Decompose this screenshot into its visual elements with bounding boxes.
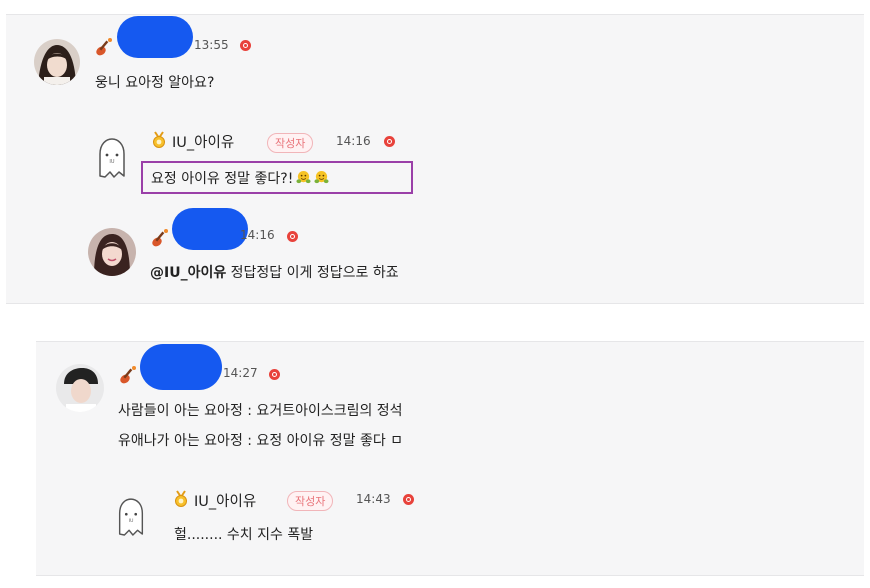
violin-icon (120, 366, 136, 384)
user-avatar[interactable] (88, 228, 136, 276)
reply-text-content: 요정 아이유 정말 좋다?! (151, 171, 294, 187)
record-dot-icon (403, 494, 414, 505)
hugging-face-emoji (296, 170, 311, 184)
gold-medal-icon (175, 490, 187, 507)
record-dot-icon (240, 40, 251, 51)
violin-icon (152, 229, 168, 247)
user-avatar[interactable] (34, 39, 80, 85)
author-avatar-icon[interactable]: IU (94, 136, 130, 182)
reply-text: 헐........ 수치 지수 폭발 (174, 527, 314, 543)
redacted-username (117, 16, 193, 58)
reply-time: 14:43 (356, 492, 391, 506)
reply-time: 14:16 (240, 228, 275, 242)
author-badge: 작성자 (287, 491, 334, 511)
user-avatar[interactable] (56, 364, 104, 412)
redacted-username (140, 344, 222, 390)
author-name[interactable]: IU_아이유 (172, 131, 234, 152)
comment-time: 14:27 (223, 366, 258, 380)
mention-link[interactable]: @IU_아이유 (150, 265, 226, 281)
comment-time: 13:55 (194, 38, 229, 52)
gold-medal-icon (153, 131, 165, 148)
reply-text-content: 정답정답 이게 정답으로 하죠 (226, 265, 399, 281)
comment-text-line-2: 유애나가 아는 요아정 : 요정 아이유 정말 좋다 ㅁ (118, 433, 404, 449)
reply-time: 14:16 (336, 134, 371, 148)
author-avatar-icon[interactable]: IU (114, 496, 148, 540)
reply-text: @IU_아이유 정답정답 이게 정답으로 하죠 (150, 262, 399, 282)
svg-text:IU: IU (129, 518, 134, 524)
record-dot-icon (269, 369, 280, 380)
reply-text: 요정 아이유 정말 좋다?! (151, 168, 329, 188)
comment-text: 웅니 요아정 알아요? (95, 75, 215, 91)
redacted-username (172, 208, 248, 250)
avatar-image (56, 364, 104, 412)
author-badge: 작성자 (267, 133, 314, 153)
avatar-image (88, 228, 136, 276)
author-name[interactable]: IU_아이유 (194, 490, 256, 511)
svg-text:IU: IU (109, 159, 114, 165)
record-dot-icon (287, 231, 298, 242)
violin-icon (96, 38, 112, 56)
comment-text-line-1: 사람들이 아는 요아정 : 요거트아이스크림의 정석 (118, 403, 403, 419)
hugging-face-emoji (314, 170, 329, 184)
record-dot-icon (384, 136, 395, 147)
avatar-image (34, 39, 80, 85)
